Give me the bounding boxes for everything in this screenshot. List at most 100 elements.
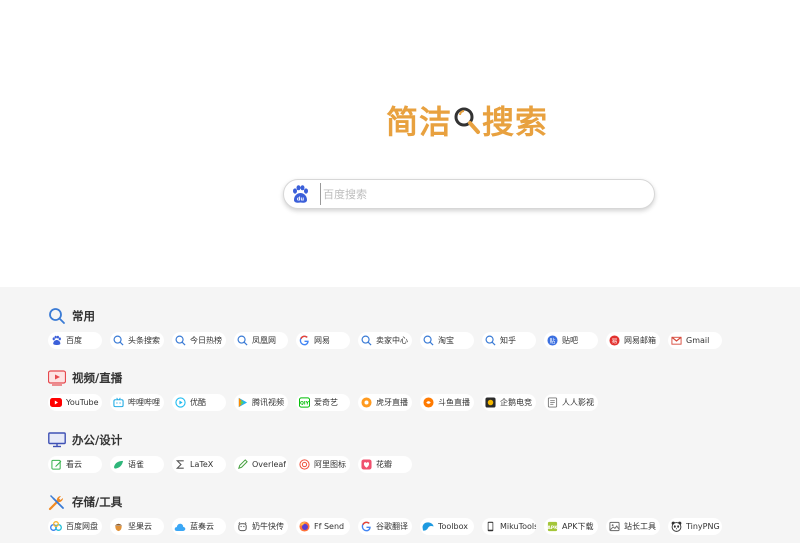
link-latex[interactable]: LaTeX [172, 456, 226, 473]
logo-text-part2: 搜索 [482, 103, 549, 141]
link-label: APK下载 [562, 522, 594, 531]
link-iconfont[interactable]: 阿里图标 [296, 456, 350, 473]
link-youtube[interactable]: YouTube [48, 394, 102, 411]
link-label: 腾讯视频 [252, 398, 284, 407]
link-label: 阿里图标 [314, 460, 346, 469]
link-label: 花瓣 [376, 460, 392, 469]
image-icon [608, 521, 620, 533]
link-douyu[interactable]: 斗鱼直播 [420, 394, 474, 411]
apk-icon: APK [546, 521, 558, 533]
google-icon [360, 521, 372, 533]
link-seller-center[interactable]: 卖家中心 [358, 332, 412, 349]
search-box: du [283, 179, 655, 209]
link-yuque[interactable]: 语雀 [110, 456, 164, 473]
nut-icon [112, 521, 124, 533]
site-logo: 简洁 搜索 [386, 98, 548, 142]
link-tencent-video[interactable]: 腾讯视频 [234, 394, 288, 411]
link-iqiyi[interactable]: QIY 爱奇艺 [296, 394, 350, 411]
link-row: 百度 头条搜索 今日热榜 凤凰网 网易 卖家中心 淘宝 知乎 贴 贴吧 易 网易… [48, 332, 730, 349]
link-label: 淘宝 [438, 336, 454, 345]
search-icon [48, 307, 66, 325]
link-renren[interactable]: 人人影视 [544, 394, 598, 411]
baidu-pan-icon [50, 521, 62, 533]
search-icon [360, 335, 372, 347]
section-title: 办公/设计 [72, 433, 123, 447]
search-input[interactable] [320, 183, 654, 205]
link-overleaf[interactable]: Overleaf [234, 456, 288, 473]
link-firefox-send[interactable]: Ff Send [296, 518, 350, 535]
link-kancloud[interactable]: 看云 [48, 456, 102, 473]
link-label: 爱奇艺 [314, 398, 338, 407]
penguin-esports-icon [484, 397, 496, 409]
link-netease-mail[interactable]: 易 网易邮箱 [606, 332, 660, 349]
video-icon [48, 369, 66, 387]
cow-icon [236, 521, 248, 533]
link-label: Gmail [686, 336, 710, 345]
magnifier-icon [453, 105, 481, 135]
link-youku[interactable]: 优酷 [172, 394, 226, 411]
link-apk-download[interactable]: APK APK下载 [544, 518, 598, 535]
google-icon [298, 335, 310, 347]
link-label: 蓝奏云 [190, 522, 214, 531]
youtube-icon [50, 397, 62, 409]
link-row: 看云 语雀 LaTeX Overleaf 阿里图标 花瓣 [48, 456, 420, 473]
link-gmail[interactable]: Gmail [668, 332, 722, 349]
link-label: 网易邮箱 [624, 336, 656, 345]
tieba-icon: 贴 [546, 335, 558, 347]
svg-text:du: du [297, 197, 305, 203]
iqiyi-icon: QIY [298, 397, 310, 409]
link-ifeng[interactable]: 凤凰网 [234, 332, 288, 349]
link-label: 坚果云 [128, 522, 152, 531]
link-label: 知乎 [500, 336, 516, 345]
link-label: 虎牙直播 [376, 398, 408, 407]
link-label: 语雀 [128, 460, 144, 469]
link-cowtransfer[interactable]: 奶牛快传 [234, 518, 288, 535]
link-tinypng[interactable]: TinyPNG [668, 518, 722, 535]
section-title: 视频/直播 [72, 371, 123, 385]
link-bilibili[interactable]: 哔哩哔哩 [110, 394, 164, 411]
link-baidu[interactable]: 百度 [48, 332, 102, 349]
link-chinaz[interactable]: 站长工具 [606, 518, 660, 535]
section-title: 常用 [72, 309, 95, 323]
link-label: 贴吧 [562, 336, 578, 345]
link-huaban[interactable]: 花瓣 [358, 456, 412, 473]
link-taobao[interactable]: 淘宝 [420, 332, 474, 349]
link-google-translate[interactable]: 谷歌翻译 [358, 518, 412, 535]
search-icon [174, 335, 186, 347]
svg-text:贴: 贴 [549, 337, 555, 345]
link-jianguoyun[interactable]: 坚果云 [110, 518, 164, 535]
search-icon [422, 335, 434, 347]
link-lanzou[interactable]: 蓝奏云 [172, 518, 226, 535]
bilibili-icon [112, 397, 124, 409]
link-label: 看云 [66, 460, 82, 469]
link-baidu-pan[interactable]: 百度网盘 [48, 518, 102, 535]
gmail-icon [670, 335, 682, 347]
link-penguin-esports[interactable]: 企鹅电竞 [482, 394, 536, 411]
link-huya[interactable]: 虎牙直播 [358, 394, 412, 411]
link-label: LaTeX [190, 460, 214, 469]
baidu-paw-icon [50, 335, 62, 347]
link-tieba[interactable]: 贴 贴吧 [544, 332, 598, 349]
link-label: Ff Send [314, 522, 345, 531]
tencent-video-icon [236, 397, 248, 409]
link-label: Toolbox [438, 522, 468, 531]
panda-icon [670, 521, 682, 533]
baidu-paw-icon[interactable]: du [288, 182, 312, 206]
link-label: 站长工具 [624, 522, 656, 531]
link-label: 哔哩哔哩 [128, 398, 160, 407]
search-icon [112, 335, 124, 347]
link-label: TinyPNG [686, 522, 720, 531]
link-zhihu[interactable]: 知乎 [482, 332, 536, 349]
yuque-icon [112, 459, 124, 471]
link-label: 优酷 [190, 398, 206, 407]
link-label: Overleaf [252, 460, 287, 469]
link-toolbox[interactable]: Toolbox [420, 518, 474, 535]
huaban-icon [360, 459, 372, 471]
link-label: MikuTools [500, 522, 536, 531]
link-netease[interactable]: 网易 [296, 332, 350, 349]
link-toutiao[interactable]: 头条搜索 [110, 332, 164, 349]
link-mikutools[interactable]: MikuTools [482, 518, 536, 535]
link-hot-list[interactable]: 今日热榜 [172, 332, 226, 349]
link-label: 企鹅电竞 [500, 398, 532, 407]
section-storage-tools: 存储/工具 百度网盘 坚果云 蓝奏云 奶牛快传 Ff Send 谷歌翻译 Too… [48, 492, 730, 535]
